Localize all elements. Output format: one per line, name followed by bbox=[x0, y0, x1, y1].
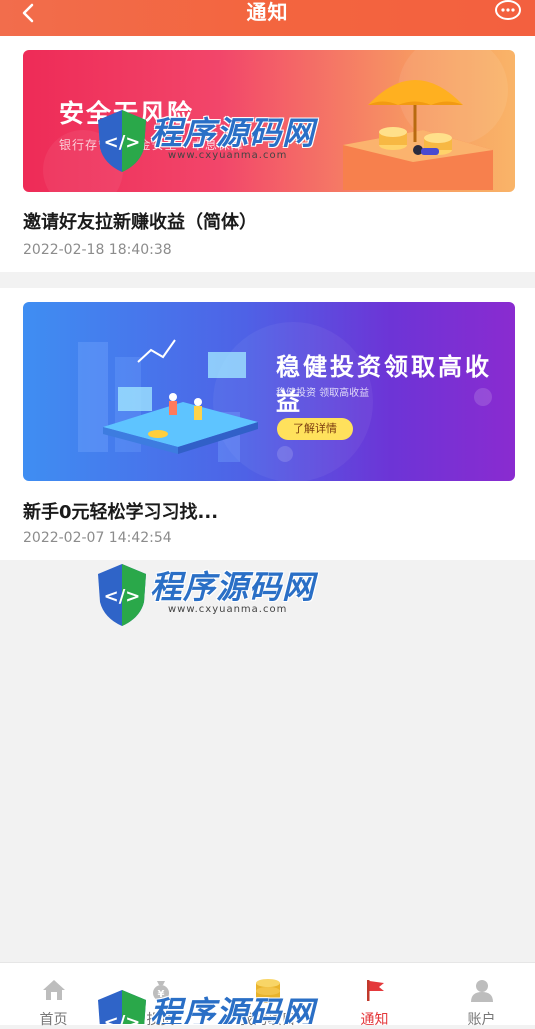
tab-home[interactable]: 首页 bbox=[0, 963, 107, 1028]
banner-headline: 稳健投资领取高收益 bbox=[276, 353, 492, 416]
tab-label: 首页 bbox=[39, 1012, 68, 1028]
banner-details-button[interactable]: 了解详情 bbox=[277, 418, 353, 440]
notice-title[interactable]: 新手0元轻松学习习找... bbox=[23, 498, 218, 524]
user-icon bbox=[470, 980, 493, 1002]
tab-label: 通知 bbox=[360, 1012, 389, 1028]
notice-title[interactable]: 邀请好友拉新赚收益（简体） bbox=[23, 208, 257, 234]
watermark-logo: </> 程序源码网 www.cxyuanma.com bbox=[94, 104, 324, 184]
watermark-text: 程序源码网 bbox=[150, 114, 316, 152]
flag-icon bbox=[366, 980, 384, 1001]
message-button[interactable] bbox=[493, 0, 523, 22]
chat-bubble-icon bbox=[495, 0, 521, 20]
home-icon bbox=[42, 980, 65, 1000]
banner-subtext: 稳健投资 领取高收益 bbox=[276, 388, 370, 399]
svg-text:</>: </> bbox=[104, 1012, 141, 1024]
tab-notice[interactable]: 通知 bbox=[321, 963, 428, 1028]
watermark-url: www.cxyuanma.com bbox=[168, 604, 288, 615]
watermark-url: www.cxyuanma.com bbox=[168, 150, 288, 161]
watermark-text: 程序源码网 bbox=[150, 994, 316, 1024]
watermark-text: 程序源码网 bbox=[150, 568, 316, 606]
header-bar: 通知 bbox=[0, 0, 535, 36]
notice-banner-image: 稳健投资领取高收益 稳健投资 领取高收益 了解详情 bbox=[23, 302, 515, 481]
watermark-logo: </> 程序源码网 bbox=[94, 984, 324, 1024]
svg-text:</>: </> bbox=[104, 132, 141, 153]
watermark-logo: </> 程序源码网 www.cxyuanma.com bbox=[94, 558, 324, 638]
tab-account[interactable]: 账户 bbox=[428, 963, 535, 1028]
page-title: 通知 bbox=[246, 0, 289, 24]
shield-logo-icon: </> bbox=[98, 564, 146, 626]
shield-logo-icon: </> bbox=[98, 990, 146, 1024]
tab-label: 账户 bbox=[467, 1012, 496, 1028]
notice-date: 2022-02-18 18:40:38 bbox=[23, 242, 172, 258]
shield-logo-icon: </> bbox=[98, 110, 146, 172]
notice-date: 2022-02-07 14:42:54 bbox=[23, 530, 172, 546]
notice-card[interactable]: 稳健投资领取高收益 稳健投资 领取高收益 了解详情 新手0元轻松学习习找... … bbox=[0, 288, 535, 560]
svg-text:</>: </> bbox=[104, 586, 141, 607]
